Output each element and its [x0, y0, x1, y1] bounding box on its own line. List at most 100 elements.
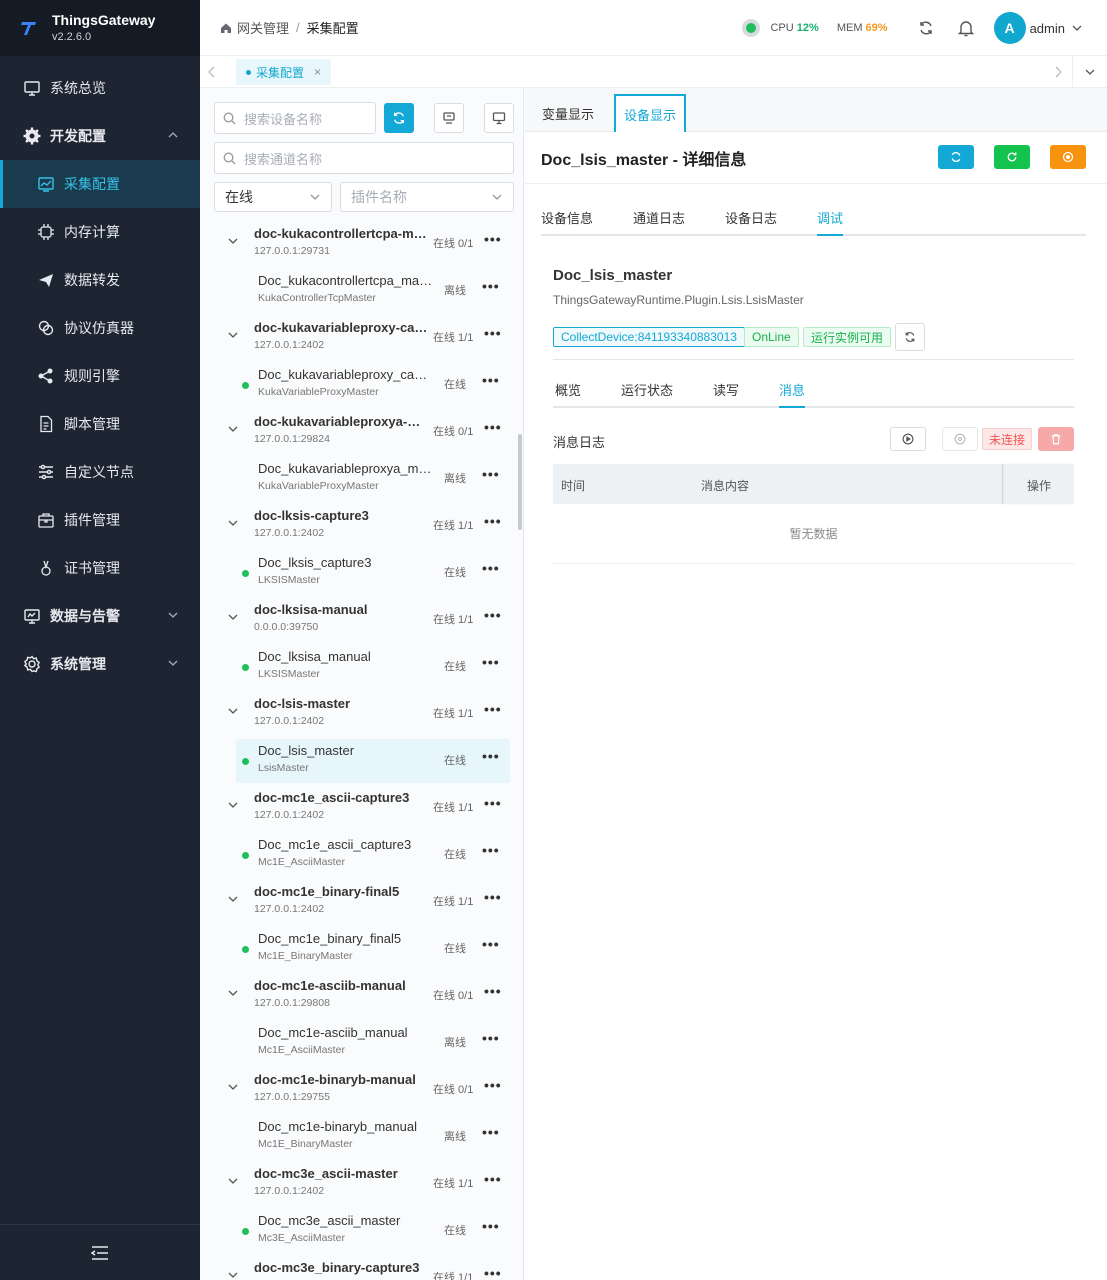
menu-item-plugins[interactable]: 插件管理: [0, 496, 200, 544]
channel-node[interactable]: doc-kukavariableproxya-manual 127.0.0.1:2…: [200, 410, 518, 456]
expand-toggle[interactable]: [228, 424, 238, 434]
monitor-button[interactable]: [484, 103, 514, 133]
device-node[interactable]: Doc_mc1e-binaryb_manual Mc1E_BinaryMaster…: [236, 1115, 510, 1159]
breadcrumb-root[interactable]: 网关管理: [237, 18, 289, 37]
more-icon[interactable]: •••: [484, 889, 502, 905]
device-node[interactable]: Doc_kukavariableproxya_manual KukaVariabl…: [236, 457, 510, 501]
sync-button[interactable]: [384, 103, 414, 133]
more-icon[interactable]: •••: [484, 1265, 502, 1280]
device-node[interactable]: Doc_mc1e-asciib_manual Mc1E_AsciiMaster 离线…: [236, 1021, 510, 1065]
menu-item-rules[interactable]: 规则引擎: [0, 352, 200, 400]
device-node[interactable]: Doc_lsis_master LsisMaster 在线 •••: [236, 739, 510, 783]
menu-item-dev-config[interactable]: 开发配置: [0, 112, 200, 160]
device-node[interactable]: Doc_lksis_capture3 LKSISMaster 在线 •••: [236, 551, 510, 595]
refresh-button[interactable]: [906, 0, 946, 56]
channel-node[interactable]: doc-lksis-capture3 127.0.0.1:2402 在线 1/1 ••…: [200, 504, 518, 550]
expand-toggle[interactable]: [228, 1082, 238, 1092]
tab-overview[interactable]: 概览: [555, 380, 581, 399]
channel-node[interactable]: doc-mc1e-binaryb-manual 127.0.0.1:29755 在线…: [200, 1068, 518, 1114]
tabs-prev-icon[interactable]: [208, 66, 216, 78]
avatar[interactable]: A: [993, 12, 1026, 44]
clear-button[interactable]: [1038, 427, 1074, 451]
more-icon[interactable]: •••: [484, 1077, 502, 1093]
expand-toggle[interactable]: [228, 236, 238, 246]
more-icon[interactable]: •••: [484, 419, 502, 435]
notification-button[interactable]: [946, 0, 986, 56]
expand-toggle[interactable]: [228, 330, 238, 340]
plugin-filter-select[interactable]: 插件名称: [340, 182, 514, 212]
menu-item-data-alarm[interactable]: 数据与告警: [0, 592, 200, 640]
more-icon[interactable]: •••: [482, 1030, 500, 1046]
more-icon[interactable]: •••: [484, 231, 502, 247]
tab-messages[interactable]: 消息: [779, 380, 805, 399]
expand-toggle[interactable]: [228, 612, 238, 622]
expand-toggle[interactable]: [228, 518, 238, 528]
tab-devices[interactable]: 设备显示: [614, 94, 686, 132]
more-icon[interactable]: •••: [482, 372, 500, 388]
channel-node[interactable]: doc-mc1e_ascii-capture3 127.0.0.1:2402 在线 …: [200, 786, 518, 832]
expand-toggle[interactable]: [228, 894, 238, 904]
menu-item-forward[interactable]: 数据转发: [0, 256, 200, 304]
menu-item-custom-nodes[interactable]: 自定义节点: [0, 448, 200, 496]
menu-item-scripts[interactable]: 脚本管理: [0, 400, 200, 448]
channel-node[interactable]: doc-kukavariableproxy-capture 127.0.0.1:2…: [200, 316, 518, 362]
menu-item-collect-config[interactable]: 采集配置: [0, 160, 200, 208]
more-icon[interactable]: •••: [482, 466, 500, 482]
close-icon[interactable]: ×: [314, 65, 321, 79]
stop-button[interactable]: [1050, 145, 1086, 169]
tree-scrollbar[interactable]: [518, 434, 522, 530]
more-icon[interactable]: •••: [482, 654, 500, 670]
expand-toggle[interactable]: [228, 1176, 238, 1186]
more-icon[interactable]: •••: [484, 607, 502, 623]
tab-device-info[interactable]: 设备信息: [541, 208, 593, 227]
status-filter-select[interactable]: 在线: [214, 182, 332, 212]
user-name[interactable]: admin: [1030, 21, 1065, 36]
more-icon[interactable]: •••: [484, 983, 502, 999]
menu-item-overview[interactable]: 系统总览: [0, 64, 200, 112]
tab-variables[interactable]: 变量显示: [533, 94, 603, 132]
channel-node[interactable]: doc-mc3e_binary-capture3 在线 1/1 •••: [200, 1256, 518, 1280]
restart-button[interactable]: [994, 145, 1030, 169]
channel-node[interactable]: doc-mc1e_binary-final5 127.0.0.1:2402 在线 1…: [200, 880, 518, 926]
device-search-input[interactable]: 搜索设备名称: [214, 102, 376, 134]
more-icon[interactable]: •••: [482, 842, 500, 858]
channel-node[interactable]: doc-kukacontrollertcpa-manual 127.0.0.1:2…: [200, 222, 518, 268]
menu-item-memory[interactable]: 内存计算: [0, 208, 200, 256]
expand-toggle[interactable]: [228, 800, 238, 810]
device-node[interactable]: Doc_mc1e_ascii_capture3 Mc1E_AsciiMaster 在…: [236, 833, 510, 877]
more-icon[interactable]: •••: [484, 513, 502, 529]
tabs-next-icon[interactable]: [1054, 66, 1062, 78]
device-node[interactable]: Doc_lksisa_manual LKSISMaster 在线 •••: [236, 645, 510, 689]
device-node[interactable]: Doc_kukacontrollertcpa_manual KukaControl…: [236, 269, 510, 313]
more-icon[interactable]: •••: [482, 748, 500, 764]
expand-toggle[interactable]: [228, 1270, 238, 1280]
more-icon[interactable]: •••: [484, 1171, 502, 1187]
channel-node[interactable]: doc-mc3e_ascii-master 127.0.0.1:2402 在线 1/…: [200, 1162, 518, 1208]
channel-node[interactable]: doc-lsis-master 127.0.0.1:2402 在线 1/1 •••: [200, 692, 518, 738]
connect-button[interactable]: [890, 427, 926, 451]
tab-device-log[interactable]: 设备日志: [725, 208, 777, 227]
tab-channel-log[interactable]: 通道日志: [633, 208, 685, 227]
more-icon[interactable]: •••: [484, 325, 502, 341]
collapse-sidebar-button[interactable]: [0, 1224, 200, 1280]
channel-node[interactable]: doc-lksisa-manual 0.0.0.0:39750 在线 1/1 •••: [200, 598, 518, 644]
tab-collect-config[interactable]: 采集配置 ×: [236, 59, 332, 85]
menu-item-simulator[interactable]: 协议仿真器: [0, 304, 200, 352]
expand-toggle[interactable]: [228, 988, 238, 998]
device-node[interactable]: Doc_mc1e_binary_final5 Mc1E_BinaryMaster 在…: [236, 927, 510, 971]
tab-read-write[interactable]: 读写: [713, 380, 739, 399]
more-icon[interactable]: •••: [482, 1218, 500, 1234]
menu-item-certs[interactable]: 证书管理: [0, 544, 200, 592]
channel-node[interactable]: doc-mc1e-asciib-manual 127.0.0.1:29808 在线 …: [200, 974, 518, 1020]
more-icon[interactable]: •••: [482, 560, 500, 576]
tab-debug[interactable]: 调试: [817, 208, 843, 227]
more-icon[interactable]: •••: [482, 1124, 500, 1140]
more-icon[interactable]: •••: [484, 701, 502, 717]
channel-search-input[interactable]: 搜索通道名称: [214, 142, 514, 174]
disconnect-button[interactable]: [942, 427, 978, 451]
more-icon[interactable]: •••: [482, 936, 500, 952]
more-icon[interactable]: •••: [482, 278, 500, 294]
more-icon[interactable]: •••: [484, 795, 502, 811]
device-node[interactable]: Doc_kukavariableproxy_capture KukaVariabl…: [236, 363, 510, 407]
refresh-button[interactable]: [938, 145, 974, 169]
